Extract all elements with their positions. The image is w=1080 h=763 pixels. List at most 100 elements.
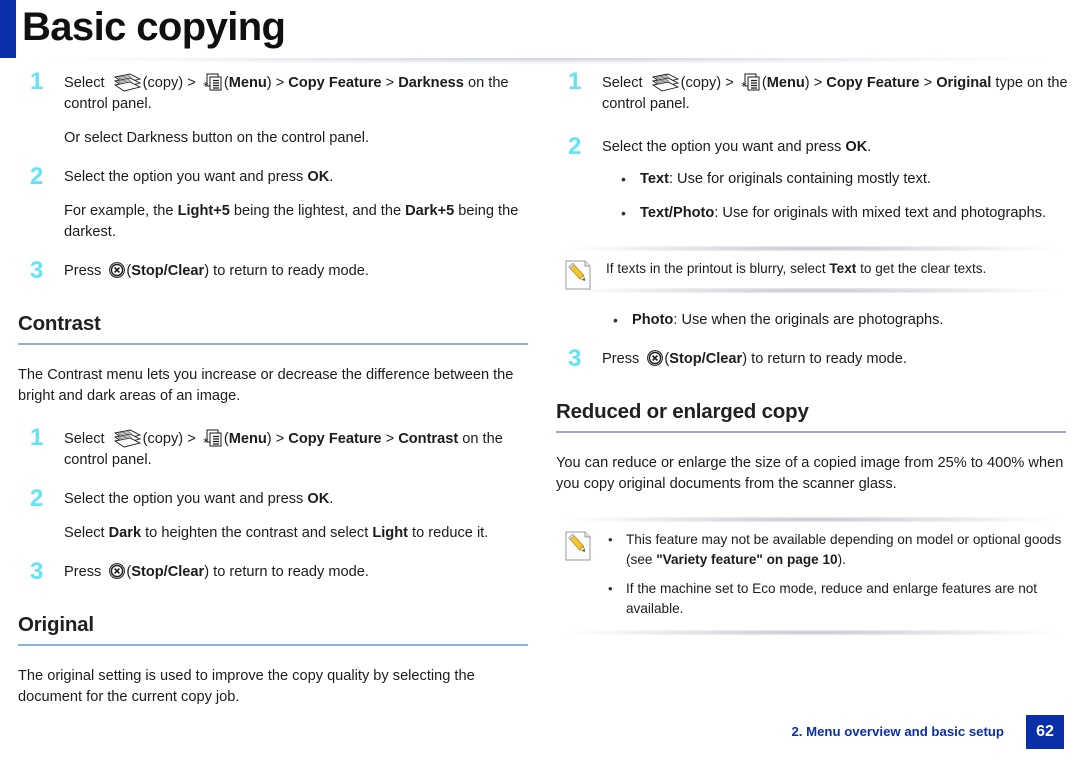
note-mid: to heighten the contrast and select <box>141 525 373 541</box>
left-column: 1 Select (copy) > * (Menu) > Copy Feature… <box>18 68 530 708</box>
bullet-dot-icon: • <box>608 581 613 596</box>
note-lead: Select <box>64 525 109 541</box>
list-item: • This feature may not be available depen… <box>606 530 1062 570</box>
note-divider-top <box>556 246 1068 251</box>
copy-label: (copy) > <box>142 431 200 447</box>
step-text-lead: Select the option you want and press <box>64 169 308 185</box>
contrast-intro: The Contrast menu lets you increase or d… <box>18 367 514 404</box>
note-divider-top <box>556 517 1068 522</box>
dark-label: Dark <box>108 525 142 541</box>
original-step-3: 3 Press (Stop/Clear) to return to ready … <box>556 345 1068 372</box>
original-intro: The original setting is used to improve … <box>18 668 475 705</box>
copy-icon <box>650 73 680 93</box>
right-column: 1 Select (copy) > * (Menu) > Copy Feature… <box>556 68 1068 635</box>
step-number: 1 <box>30 424 44 451</box>
note-tail: ). <box>837 552 846 567</box>
section-heading: Original <box>18 613 94 636</box>
reduced-intro: You can reduce or enlarge the size of a … <box>556 455 1064 492</box>
footer-section-label: 2. Menu overview and basic setup <box>791 724 1004 739</box>
ok-label: OK <box>845 139 868 155</box>
note-lead: For example, the <box>64 203 178 219</box>
bullet-dot-icon: • <box>621 205 626 221</box>
section-heading: Reduced or enlarged copy <box>556 400 809 423</box>
header-divider <box>16 58 1080 66</box>
text-option-label: Text <box>640 171 669 187</box>
original-type-bullets: • Text: Use for originals containing most… <box>602 169 1068 224</box>
stop-clear-icon <box>108 562 126 580</box>
variety-feature-reference: "Variety feature" on page 10 <box>656 552 838 567</box>
copy-icon <box>112 73 142 93</box>
note-divider-bottom <box>556 630 1068 635</box>
step-text-lead: Select the option you want and press <box>602 139 846 155</box>
stop-clear-icon <box>646 349 664 367</box>
copy-label: (copy) > <box>142 75 200 91</box>
step-text: Select the option you want and press OK. <box>64 489 530 510</box>
textphoto-option-label: Text/Photo <box>640 205 715 221</box>
note-pencil-icon <box>564 260 592 290</box>
step-text: Press (Stop/Clear) to return to ready mo… <box>64 562 530 583</box>
svg-text:*: * <box>203 436 209 449</box>
stop-clear-label: Stop/Clear <box>669 351 743 367</box>
svg-text:*: * <box>741 80 747 93</box>
dark5-label: Dark+5 <box>405 203 455 219</box>
stop-clear-label: Stop/Clear <box>131 263 205 279</box>
step-text-lead: Select the option you want and press <box>64 491 308 507</box>
page-number: 62 <box>1026 715 1064 749</box>
step-number: 2 <box>30 163 44 190</box>
step-text-lead: Press <box>64 564 106 580</box>
textphoto-option-desc: : Use for originals with mixed text and … <box>714 205 1047 221</box>
step-text-tail: . <box>329 169 334 185</box>
menu-icon: * <box>741 72 762 93</box>
darkness-step1-note: Or select Darkness button on the control… <box>64 130 370 146</box>
step-text: Press (Stop/Clear) to return to ready mo… <box>64 261 530 282</box>
page-header: Basic copying <box>0 0 1080 66</box>
darkness-step-3: 3 Press (Stop/Clear) to return to ready … <box>18 257 530 284</box>
step-text-sep1: ) > <box>804 75 827 91</box>
svg-text:*: * <box>203 80 209 93</box>
note-mid: being the lightest, and the <box>229 203 406 219</box>
section-underline <box>18 343 528 345</box>
note-content: If texts in the printout is blurry, sele… <box>556 259 1068 290</box>
photo-option-label: Photo <box>632 312 674 328</box>
section-original: Original <box>18 613 530 646</box>
page-title: Basic copying <box>22 5 286 49</box>
step-text-lead: Select <box>64 75 109 91</box>
darkness-step-2: 2 Select the option you want and press O… <box>18 163 530 243</box>
text-label: Text <box>829 261 857 276</box>
note-text: • This feature may not be available depen… <box>606 530 1062 619</box>
section-underline <box>18 644 528 646</box>
step-text: Select the option you want and press OK. <box>602 137 1068 158</box>
section-reduced-enlarged: Reduced or enlarged copy <box>556 400 1068 433</box>
menu-label: Menu <box>228 75 267 91</box>
section-underline <box>556 431 1066 433</box>
contrast-label: Contrast <box>398 431 459 447</box>
step-text-lead: Select <box>602 75 647 91</box>
note-reduced-availability: • This feature may not be available depen… <box>556 517 1068 635</box>
stop-clear-label: Stop/Clear <box>131 564 205 580</box>
note-text: If texts in the printout is blurry, sele… <box>606 259 1062 279</box>
ok-label: OK <box>307 491 330 507</box>
darkness-step-1: 1 Select (copy) > * (Menu) > Copy Feature… <box>18 68 530 149</box>
note-tail: to reduce it. <box>407 525 489 541</box>
page-root: Basic copying 1 Select (copy) > * (Menu) … <box>0 0 1080 763</box>
list-item: • Text: Use for originals containing most… <box>621 169 1068 190</box>
note-tail: to get the clear texts. <box>856 261 987 276</box>
step-text: Select (copy) > * (Menu) > Copy Feature >… <box>64 72 530 115</box>
step-text-lead: Press <box>64 263 106 279</box>
menu-label: Menu <box>228 431 267 447</box>
light5-label: Light+5 <box>177 203 230 219</box>
menu-icon: * <box>203 428 224 449</box>
menu-label: Menu <box>766 75 805 91</box>
contrast-step-2: 2 Select the option you want and press O… <box>18 485 530 544</box>
step-text-tail: . <box>329 491 334 507</box>
note-content: • This feature may not be available depen… <box>556 530 1068 619</box>
step-text-sep1: ) > <box>266 431 289 447</box>
step-number: 3 <box>568 345 582 372</box>
step-text-sep1: ) > <box>266 75 289 91</box>
original-label: Original <box>936 75 992 91</box>
bullet-dot-icon: • <box>621 171 626 187</box>
stop-clear-icon <box>108 261 126 279</box>
step-text-tail: ) to return to ready mode. <box>204 564 369 580</box>
step-text: Select the option you want and press OK. <box>64 167 530 188</box>
header-accent-bar <box>0 0 16 58</box>
